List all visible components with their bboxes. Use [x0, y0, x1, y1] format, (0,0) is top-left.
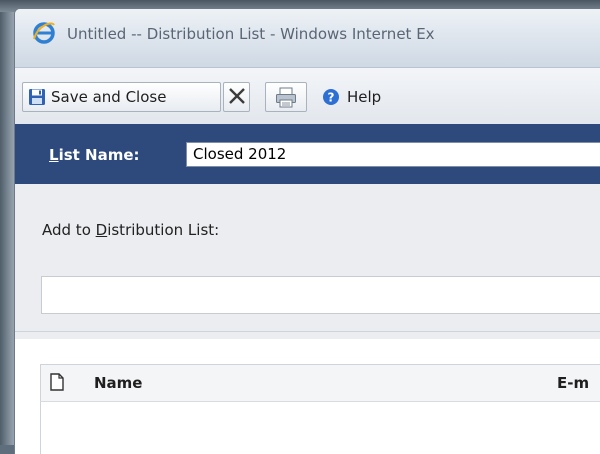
document-icon — [50, 373, 64, 391]
print-icon — [276, 87, 296, 108]
members-grid-body — [40, 402, 600, 454]
save-and-close-label: Save and Close — [51, 88, 167, 106]
svg-text:?: ? — [328, 91, 335, 105]
add-label-accesskey: D — [95, 221, 108, 239]
list-name-input[interactable]: Closed 2012 — [186, 142, 600, 167]
distribution-list-window: Untitled -- Distribution List - Windows … — [14, 8, 600, 454]
print-button[interactable] — [265, 82, 307, 112]
add-label-prefix: Add to — [42, 221, 96, 239]
list-name-label-rest: ist Name: — [58, 146, 140, 164]
members-grid-header: Name E-m — [40, 364, 600, 402]
close-button[interactable] — [223, 82, 250, 112]
column-header-email[interactable]: E-m — [557, 374, 589, 392]
title-bar[interactable]: Untitled -- Distribution List - Windows … — [15, 9, 600, 67]
list-name-section: List Name: Closed 2012 — [15, 124, 600, 184]
floppy-disk-icon — [29, 89, 45, 105]
list-name-accesskey: L — [49, 146, 59, 164]
close-x-icon — [229, 88, 245, 104]
add-to-list-section: Add to Distribution List: — [15, 184, 600, 339]
help-label: Help — [347, 88, 382, 106]
save-and-close-button[interactable]: Save and Close — [22, 82, 221, 112]
section-divider — [15, 331, 600, 332]
add-member-input[interactable] — [41, 276, 600, 314]
column-header-name[interactable]: Name — [94, 374, 142, 392]
list-name-label: List Name: — [49, 146, 140, 164]
add-label-suffix: istribution List: — [107, 221, 220, 239]
internet-explorer-icon — [33, 22, 55, 44]
window-title: Untitled -- Distribution List - Windows … — [67, 25, 435, 43]
help-question-icon: ? — [323, 89, 339, 105]
toolbar: Save and Close ? Help — [15, 67, 600, 125]
add-to-distribution-list-label: Add to Distribution List: — [42, 221, 219, 239]
